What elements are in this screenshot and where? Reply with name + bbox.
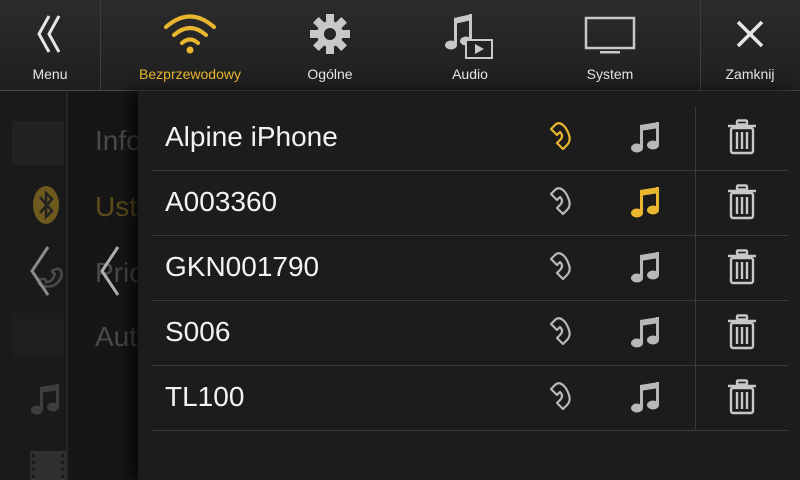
device-name[interactable]: GKN001790 — [165, 251, 319, 283]
music-connect-button[interactable] — [623, 181, 673, 227]
trash-icon — [726, 248, 758, 290]
divider — [695, 106, 696, 171]
device-name[interactable]: TL100 — [165, 381, 244, 413]
phone-icon — [533, 247, 573, 292]
menu-button[interactable]: Menu — [0, 0, 100, 90]
tab-ogolne[interactable]: Ogólne — [280, 0, 380, 90]
music-note-icon — [630, 314, 666, 355]
phone-icon — [533, 182, 573, 227]
back-chevron-icon[interactable] — [28, 243, 52, 304]
divider — [100, 0, 101, 90]
divider — [695, 236, 696, 301]
phone-connect-button[interactable] — [528, 246, 578, 292]
device-row: GKN001790 — [152, 236, 788, 301]
paired-devices-list: Alpine iPhone A003360 GKN001790 S006 TL1… — [138, 91, 800, 480]
gear-icon — [300, 12, 360, 62]
tab-label: Audio — [452, 66, 488, 82]
device-row: Alpine iPhone — [152, 106, 788, 171]
tab-audio[interactable]: Audio — [420, 0, 520, 90]
delete-device-button[interactable] — [717, 311, 767, 357]
menu-label: Menu — [32, 66, 68, 82]
background-menu-item: Ust — [95, 191, 137, 222]
phone-connect-button[interactable] — [528, 116, 578, 162]
tab-system[interactable]: System — [560, 0, 660, 90]
delete-device-button[interactable] — [717, 181, 767, 227]
music-connect-button[interactable] — [623, 246, 673, 292]
trash-icon — [726, 313, 758, 355]
top-navigation-bar: Menu Bezprzewodowy Ogólne Audio System Z… — [0, 0, 800, 91]
device-name[interactable]: A003360 — [165, 186, 277, 218]
tab-label: System — [586, 66, 634, 82]
close-label: Zamknij — [725, 66, 775, 82]
phone-connect-button[interactable] — [528, 376, 578, 422]
bluetooth-icon — [32, 185, 60, 230]
music-note-icon — [630, 119, 666, 160]
sidebar-tile — [12, 121, 64, 165]
device-row: S006 — [152, 301, 788, 366]
delete-device-button[interactable] — [717, 246, 767, 292]
music-note-icon — [630, 379, 666, 420]
background-menu-item: Aut — [95, 321, 138, 352]
tab-label: Ogólne — [307, 66, 353, 82]
back-chevron-icon[interactable] — [98, 243, 122, 304]
close-button[interactable]: Zamknij — [700, 0, 800, 90]
tab-label: Bezprzewodowy — [139, 66, 241, 82]
film-icon — [28, 451, 68, 480]
divider — [695, 171, 696, 236]
delete-device-button[interactable] — [717, 116, 767, 162]
trash-icon — [726, 183, 758, 225]
trash-icon — [726, 378, 758, 420]
close-icon — [720, 12, 780, 62]
music-note-icon — [630, 249, 666, 290]
music-video-icon — [440, 12, 500, 62]
delete-device-button[interactable] — [717, 376, 767, 422]
music-note-icon — [630, 184, 666, 225]
tab-bezprzewodowy[interactable]: Bezprzewodowy — [120, 0, 260, 90]
music-note-icon — [30, 381, 66, 422]
divider — [695, 366, 696, 431]
phone-icon — [533, 377, 573, 422]
music-connect-button[interactable] — [623, 376, 673, 422]
divider — [695, 301, 696, 366]
device-row: A003360 — [152, 171, 788, 236]
device-name[interactable]: S006 — [165, 316, 230, 348]
music-connect-button[interactable] — [623, 116, 673, 162]
double-chevron-left-icon — [20, 12, 80, 62]
monitor-icon — [580, 12, 640, 62]
background-menu-item: Info — [95, 125, 142, 156]
sidebar-tile — [12, 313, 64, 357]
device-row: TL100 — [152, 366, 788, 431]
wifi-icon — [160, 12, 220, 62]
trash-icon — [726, 118, 758, 160]
phone-connect-button[interactable] — [528, 311, 578, 357]
phone-icon — [533, 117, 573, 162]
device-name[interactable]: Alpine iPhone — [165, 121, 338, 153]
phone-icon — [533, 312, 573, 357]
music-connect-button[interactable] — [623, 311, 673, 357]
phone-connect-button[interactable] — [528, 181, 578, 227]
